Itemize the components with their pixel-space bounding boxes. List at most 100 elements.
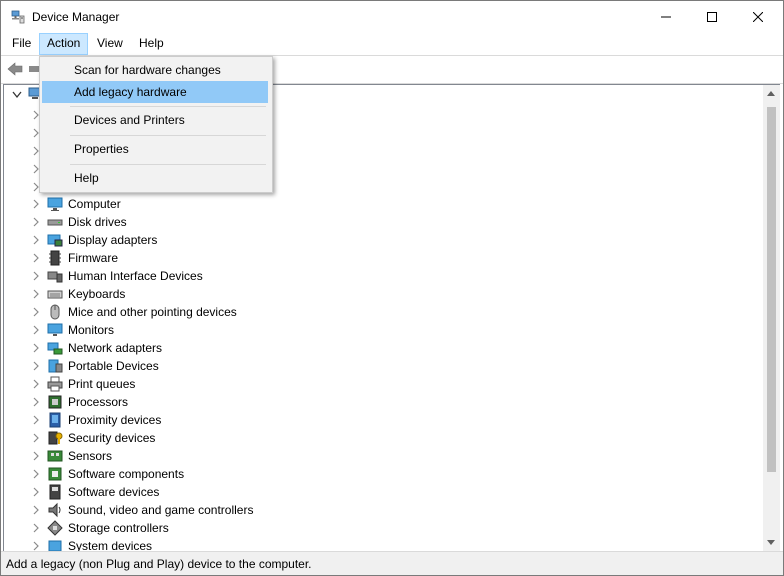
tree-item[interactable]: Print queues bbox=[4, 375, 744, 393]
menu-file[interactable]: File bbox=[5, 33, 38, 53]
back-arrow-icon[interactable] bbox=[7, 61, 23, 77]
menu-action[interactable]: Action bbox=[39, 33, 89, 55]
menu-item-scan-hardware[interactable]: Scan for hardware changes bbox=[42, 59, 268, 81]
chevron-right-icon[interactable] bbox=[31, 432, 41, 444]
security-device-icon bbox=[48, 431, 63, 445]
network-adapter-icon bbox=[47, 342, 63, 355]
menu-item-label: Properties bbox=[74, 142, 129, 156]
tree-item[interactable]: Mice and other pointing devices bbox=[4, 303, 744, 321]
maximize-button[interactable] bbox=[689, 1, 735, 32]
tree-item[interactable]: Storage controllers bbox=[4, 519, 744, 537]
tree-item[interactable]: System devices bbox=[4, 537, 744, 551]
tree-item-label: Proximity devices bbox=[68, 413, 162, 427]
menu-view[interactable]: View bbox=[90, 33, 130, 53]
portable-device-icon bbox=[48, 359, 63, 373]
menu-item-devices-and-printers[interactable]: Devices and Printers bbox=[42, 109, 268, 131]
menu-item-properties[interactable]: Properties bbox=[42, 138, 268, 160]
processor-icon bbox=[48, 395, 62, 409]
printer-icon bbox=[47, 376, 63, 392]
tree-item[interactable]: Keyboards bbox=[4, 285, 744, 303]
tree-item[interactable]: Computer bbox=[4, 195, 744, 213]
menu-item-label: Devices and Printers bbox=[74, 113, 185, 127]
chevron-right-icon[interactable] bbox=[31, 234, 41, 246]
tree-item-label: Keyboards bbox=[68, 287, 126, 301]
chevron-right-icon[interactable] bbox=[31, 306, 41, 318]
chevron-right-icon[interactable] bbox=[31, 216, 41, 228]
software-device-icon bbox=[49, 484, 61, 500]
mouse-icon bbox=[50, 304, 60, 320]
display-adapter-icon bbox=[47, 234, 63, 247]
tree-item-label: Human Interface Devices bbox=[68, 269, 203, 283]
menu-help[interactable]: Help bbox=[132, 33, 171, 53]
chevron-right-icon[interactable] bbox=[31, 396, 41, 408]
tree-item-label: Display adapters bbox=[68, 233, 158, 247]
tree-item-label: Processors bbox=[68, 395, 129, 409]
tree-item[interactable]: Human Interface Devices bbox=[4, 267, 744, 285]
menu-item-help[interactable]: Help bbox=[42, 167, 268, 189]
chevron-right-icon[interactable] bbox=[31, 288, 41, 300]
tree-item-label: Computer bbox=[68, 197, 121, 211]
tree-item-label: Security devices bbox=[68, 431, 156, 445]
software-component-icon bbox=[48, 467, 62, 481]
tree-item[interactable]: Software components bbox=[4, 465, 744, 483]
tree-item[interactable]: Firmware bbox=[4, 249, 744, 267]
menu-item-label: Help bbox=[74, 171, 99, 185]
scroll-up-icon[interactable] bbox=[767, 91, 775, 96]
chevron-right-icon[interactable] bbox=[31, 270, 41, 282]
tree-item-label: Disk drives bbox=[68, 215, 127, 229]
chevron-right-icon[interactable] bbox=[31, 450, 41, 462]
disk-drive-icon bbox=[47, 219, 63, 226]
tree-item-label: Software components bbox=[68, 467, 185, 481]
tree-item[interactable]: Sound, video and game controllers bbox=[4, 501, 744, 519]
scroll-down-icon[interactable] bbox=[767, 540, 775, 545]
tree-item[interactable]: Proximity devices bbox=[4, 411, 744, 429]
forward-arrow-icon[interactable] bbox=[29, 65, 39, 73]
monitor-icon bbox=[47, 323, 63, 336]
tree-item-label: Storage controllers bbox=[68, 521, 169, 535]
chevron-right-icon[interactable] bbox=[31, 252, 41, 264]
menu-item-label: Add legacy hardware bbox=[74, 85, 187, 99]
menu-item-add-legacy-hardware[interactable]: Add legacy hardware bbox=[42, 81, 268, 103]
tree-item[interactable]: Network adapters bbox=[4, 339, 744, 357]
device-manager-icon bbox=[11, 10, 25, 24]
chevron-right-icon[interactable] bbox=[31, 522, 41, 534]
tree-item-label: Network adapters bbox=[68, 341, 163, 355]
status-text: Add a legacy (non Plug and Play) device … bbox=[6, 557, 312, 571]
chevron-right-icon[interactable] bbox=[31, 414, 41, 426]
tree-item-label: Software devices bbox=[68, 485, 160, 499]
maximize-icon bbox=[707, 11, 717, 22]
chevron-right-icon[interactable] bbox=[31, 468, 41, 480]
tree-item[interactable]: Security devices bbox=[4, 429, 744, 447]
menu-separator bbox=[70, 164, 266, 165]
close-button[interactable] bbox=[735, 1, 781, 32]
tree-item[interactable]: Sensors bbox=[4, 447, 744, 465]
title-bar[interactable]: Device Manager bbox=[1, 1, 783, 32]
tree-item[interactable]: Disk drives bbox=[4, 213, 744, 231]
minimize-button[interactable] bbox=[643, 1, 689, 32]
tree-item-label: Sensors bbox=[68, 449, 113, 463]
chevron-right-icon[interactable] bbox=[31, 378, 41, 390]
storage-controller-icon bbox=[47, 520, 63, 536]
tree-item-label: Sound, video and game controllers bbox=[68, 503, 254, 517]
status-bar: Add a legacy (non Plug and Play) device … bbox=[1, 551, 783, 575]
tree-item[interactable]: Display adapters bbox=[4, 231, 744, 249]
menu-item-label: Scan for hardware changes bbox=[74, 63, 221, 77]
tree-item[interactable]: Monitors bbox=[4, 321, 744, 339]
sensor-icon bbox=[47, 450, 63, 462]
chevron-right-icon[interactable] bbox=[31, 342, 41, 354]
keyboard-icon bbox=[47, 290, 63, 299]
tree-item[interactable]: Portable Devices bbox=[4, 357, 744, 375]
scrollbar-thumb[interactable] bbox=[767, 107, 776, 472]
chevron-right-icon[interactable] bbox=[31, 324, 41, 336]
close-icon bbox=[753, 11, 763, 22]
tree-item[interactable]: Processors bbox=[4, 393, 744, 411]
chevron-right-icon[interactable] bbox=[31, 504, 41, 516]
tree-item[interactable]: Software devices bbox=[4, 483, 744, 501]
chevron-right-icon[interactable] bbox=[31, 360, 41, 372]
chevron-down-icon[interactable] bbox=[12, 91, 22, 99]
computer-icon bbox=[47, 197, 63, 211]
system-device-icon bbox=[48, 540, 62, 551]
chevron-right-icon[interactable] bbox=[31, 198, 41, 210]
chevron-right-icon[interactable] bbox=[31, 486, 41, 498]
vertical-scrollbar[interactable] bbox=[763, 84, 780, 552]
